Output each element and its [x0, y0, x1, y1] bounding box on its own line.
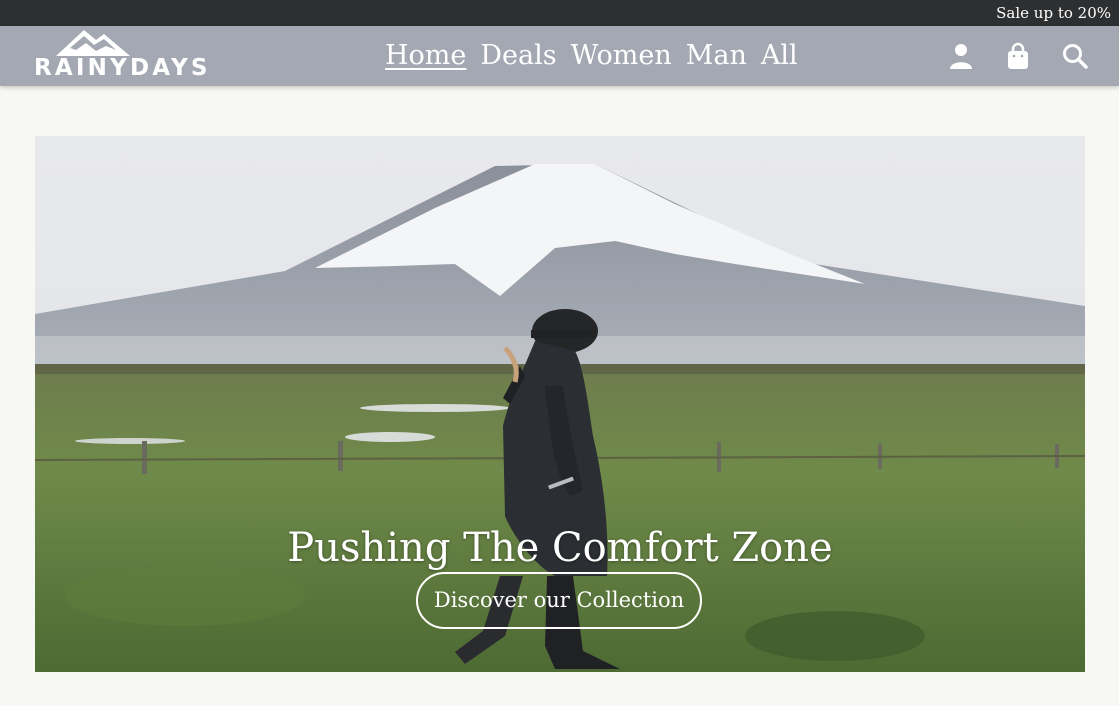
- mountain-logo-icon: [56, 30, 130, 56]
- logo-text: RAINYDAYS: [34, 55, 211, 81]
- nav-man[interactable]: Man: [686, 39, 747, 73]
- user-icon[interactable]: [947, 42, 975, 70]
- nav-home[interactable]: Home: [385, 39, 466, 73]
- main-navbar: RAINYDAYS Home Deals Women Man All: [0, 26, 1119, 86]
- primary-nav: Home Deals Women Man All: [385, 38, 798, 74]
- nav-deals[interactable]: Deals: [480, 39, 556, 73]
- shopping-bag-icon[interactable]: [1004, 42, 1032, 70]
- announcement-bar: Sale up to 20%: [0, 0, 1119, 26]
- discover-collection-button[interactable]: Discover our Collection: [416, 572, 702, 629]
- nav-all[interactable]: All: [761, 39, 798, 73]
- sale-banner-text: Sale up to 20%: [996, 4, 1111, 22]
- nav-women[interactable]: Women: [571, 39, 672, 73]
- hero-banner: Pushing The Comfort Zone Discover our Co…: [35, 136, 1085, 672]
- search-icon[interactable]: [1061, 42, 1089, 70]
- rainydays-logo[interactable]: RAINYDAYS: [34, 28, 211, 84]
- hero-headline: Pushing The Comfort Zone: [287, 525, 833, 571]
